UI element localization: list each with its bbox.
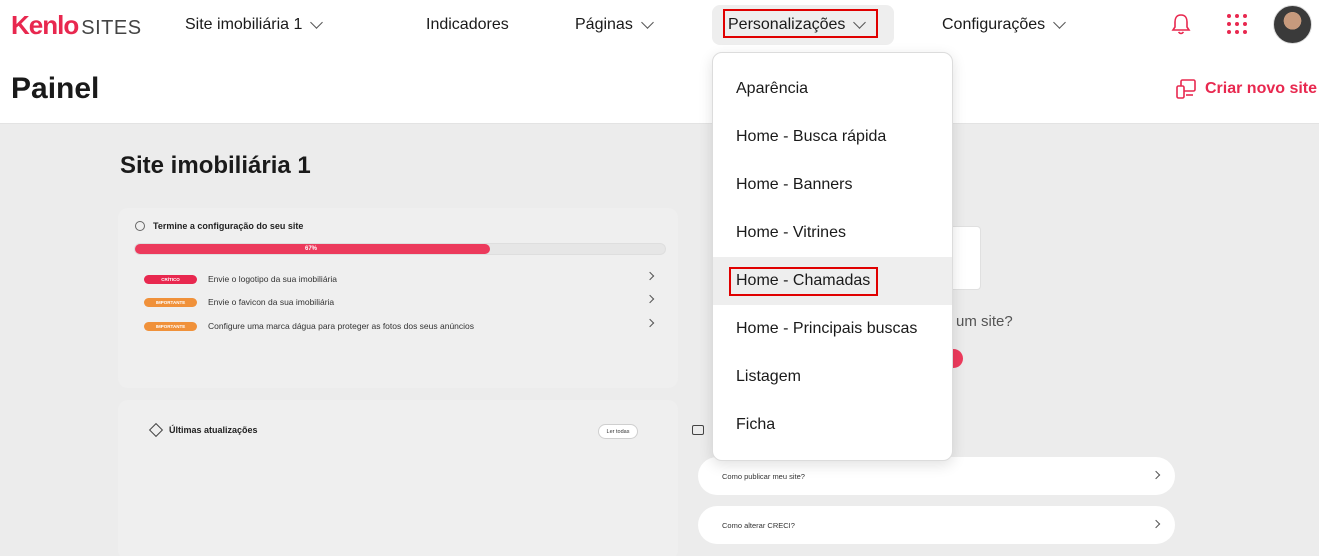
updates-header: Últimas atualizações [148,422,258,438]
faq-item[interactable]: Como publicar meu site? [698,457,1175,495]
top-navbar: Kenlo SITES Site imobiliária 1 Indicador… [0,0,1319,50]
nav-customizations-highlight-box [723,9,878,38]
nav-pages-label: Páginas [575,16,633,33]
task-text: Envie o favicon da sua imobiliária [208,297,335,307]
setup-progress-bar: 67% [134,243,666,255]
chat-icon [692,425,704,435]
logo-product: SITES [81,17,142,39]
updates-card [118,400,678,556]
menu-item-home-quick-search[interactable]: Home - Busca rápida [713,113,952,161]
create-new-site-label: Criar novo site [1205,80,1318,97]
task-item[interactable]: CRÍTICO Envie o logotipo da sua imobiliá… [144,274,337,284]
create-site-prompt: um site? [956,313,1013,330]
menu-item-home-showcases[interactable]: Home - Vitrines [713,209,952,257]
devices-icon [1176,79,1196,99]
menu-item-home-banners[interactable]: Home - Banners [713,161,952,209]
logo-brand: Kenlo [11,10,79,40]
chevron-down-icon [1053,16,1067,29]
important-badge: IMPORTANTE [144,321,197,331]
task-text: Configure uma marca dágua para proteger … [208,321,475,331]
chevron-down-icon [310,16,324,29]
customizations-dropdown-menu: Aparência Home - Busca rápida Home - Ban… [712,52,953,461]
nav-indicators-label: Indicadores [426,16,509,33]
notification-bell-icon[interactable] [1170,12,1192,36]
create-new-site-button[interactable]: Criar novo site [1175,78,1317,100]
page-title: Painel [11,72,100,105]
important-badge: IMPORTANTE [144,297,197,307]
nav-settings-label: Configurações [942,16,1046,33]
gear-icon [135,221,145,231]
nav-pages[interactable]: Páginas [575,14,654,36]
setup-progress-label: 67% [305,246,318,252]
faq-item[interactable]: Como alterar CRECI? [698,506,1175,544]
nav-indicators[interactable]: Indicadores [426,14,509,36]
task-item[interactable]: IMPORTANTE Configure uma marca dágua par… [144,321,474,331]
chevron-right-icon [1151,519,1161,529]
site-selector-label: Site imobiliária 1 [185,16,303,33]
menu-item-home-main-searches[interactable]: Home - Principais buscas [713,305,952,353]
site-title: Site imobiliária 1 [120,152,311,179]
menu-item-detail-page[interactable]: Ficha [713,401,952,449]
faq-question: Como publicar meu site? [722,471,805,481]
kenlo-sites-logo[interactable]: Kenlo SITES [11,10,142,40]
page-header: Painel Criar novo site [0,50,1319,124]
site-preview-illustration [950,226,981,290]
chevron-down-icon [640,16,654,29]
menu-item-appearance[interactable]: Aparência [713,65,952,113]
setup-card-header: Termine a configuração do seu site [135,221,303,231]
critical-badge: CRÍTICO [144,274,197,284]
cube-icon [148,422,164,438]
apps-grid-icon[interactable] [1227,14,1247,34]
setup-title: Termine a configuração do seu site [153,221,304,231]
faq-question: Como alterar CRECI? [722,520,795,530]
updates-title: Últimas atualizações [169,425,258,435]
chevron-right-icon [1151,470,1161,480]
menu-item-listing[interactable]: Listagem [713,353,952,401]
task-item[interactable]: IMPORTANTE Envie o favicon da sua imobil… [144,297,334,307]
task-text: Envie o logotipo da sua imobiliária [208,274,337,284]
read-all-button[interactable]: Ler todas [598,424,638,439]
user-avatar[interactable] [1273,5,1312,44]
nav-settings[interactable]: Configurações [942,14,1067,36]
menu-item-highlight-box [729,267,878,296]
site-selector[interactable]: Site imobiliária 1 [185,14,324,36]
